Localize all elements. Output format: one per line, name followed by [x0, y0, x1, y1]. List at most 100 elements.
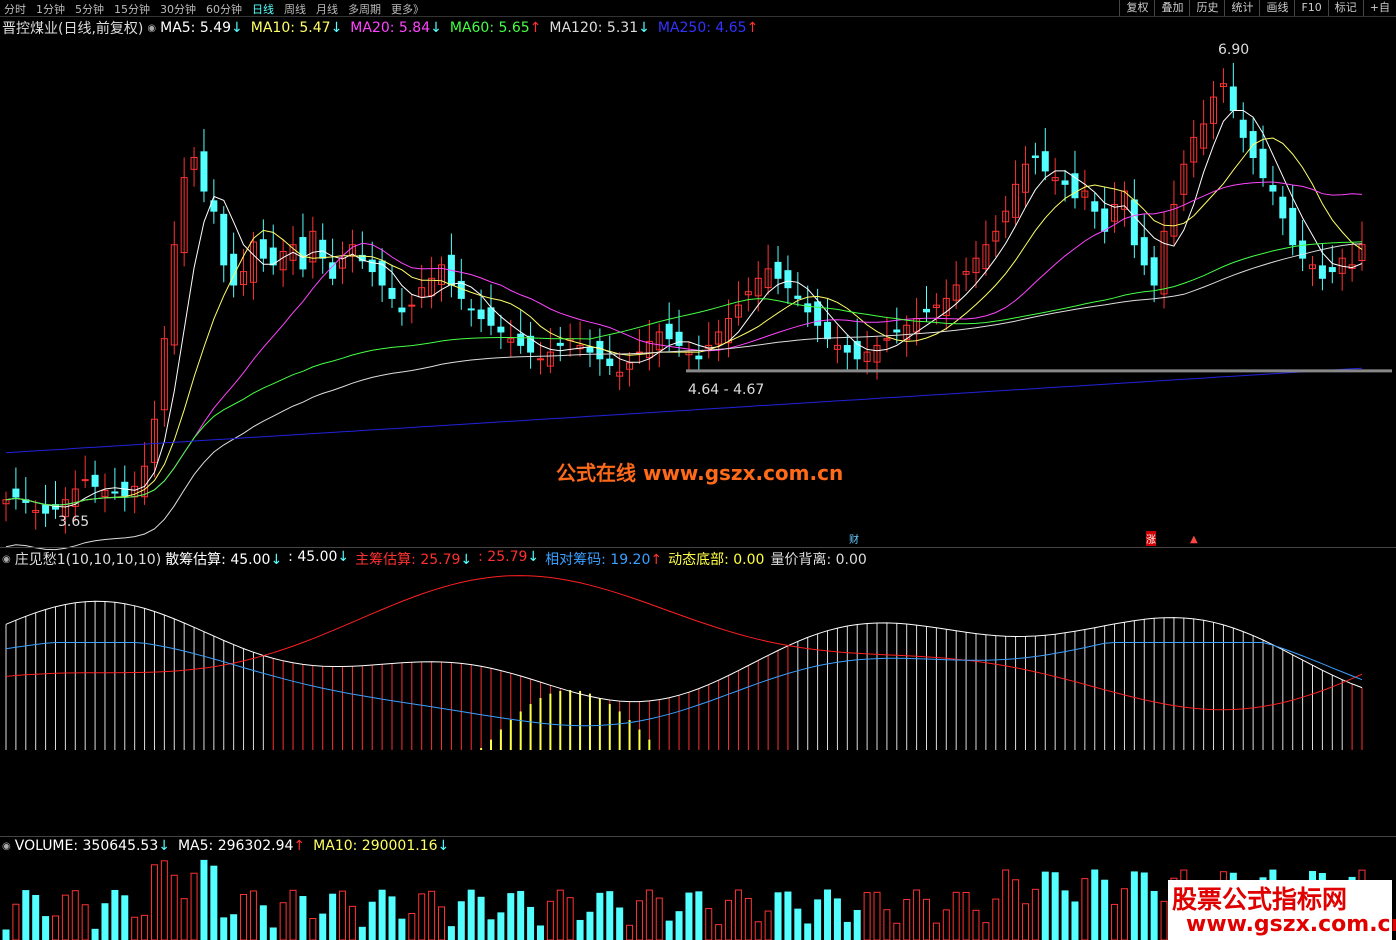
- candle-body: [477, 309, 485, 320]
- candle-body: [1229, 86, 1237, 112]
- trend-arrow-icon: ↑: [529, 20, 542, 36]
- trend-arrow-icon: ↓: [231, 20, 243, 36]
- candle-body: [1318, 265, 1326, 279]
- candle-body: [1091, 201, 1099, 212]
- candle-body: [517, 333, 525, 346]
- candle-body: [1289, 207, 1297, 246]
- volume-bar: [517, 890, 525, 940]
- volume-bar: [190, 872, 198, 940]
- candle-body: [784, 270, 792, 289]
- volume-bar: [982, 922, 990, 940]
- settings-dot-icon[interactable]: ◉: [2, 841, 11, 852]
- candle-body: [1299, 240, 1307, 259]
- candle-body: [1239, 119, 1247, 138]
- volume-bar: [764, 910, 772, 940]
- volume-bar: [428, 890, 436, 940]
- volume-bar: [586, 911, 594, 940]
- candle-body: [804, 303, 812, 313]
- volume-bar: [210, 865, 218, 940]
- indicator-value-2: 主筹估算: 25.79↓: [355, 552, 473, 568]
- ma-indicator-3: MA60: 5.65↑: [449, 20, 542, 36]
- volume-bar: [101, 903, 109, 940]
- volume-bar: [536, 925, 544, 940]
- volume-value-1: MA5: 296302.94↑: [177, 838, 306, 854]
- volume-bar: [814, 899, 822, 940]
- volume-bar: [606, 891, 614, 940]
- volume-bar: [497, 912, 505, 940]
- candle-body: [794, 295, 802, 299]
- ma10-line: [5, 137, 1363, 506]
- volume-bar: [734, 889, 742, 940]
- watermark: 公式在线 www.gszx.com.cn: [556, 461, 844, 485]
- indicator-value-3: : 25.79↓: [478, 549, 540, 565]
- volume-bar: [1101, 879, 1109, 940]
- volume-bar: [289, 889, 297, 940]
- trend-arrow-icon: ↓: [330, 20, 343, 36]
- volume-bar: [339, 890, 347, 940]
- indicator-value-0: 散筹估算: 45.00↓: [165, 552, 283, 568]
- volume-bar: [269, 927, 277, 940]
- volume-bar: [457, 901, 465, 940]
- candle-body: [586, 347, 594, 353]
- volume-bar: [150, 864, 158, 940]
- volume-bar: [91, 928, 99, 940]
- volume-bar: [2, 929, 10, 940]
- candle-body: [536, 358, 544, 361]
- volume-bar: [81, 904, 89, 940]
- volume-bar: [903, 898, 911, 940]
- ma-indicator-1: MA10: 5.47↓: [250, 20, 343, 36]
- trend-arrow-icon: ↓: [270, 552, 283, 568]
- volume-bar: [438, 906, 446, 940]
- volume-bar: [230, 914, 238, 940]
- volume-bar: [873, 891, 881, 940]
- volume-bar: [774, 892, 782, 940]
- volume-legend: ◉ VOLUME: 350645.53↓ MA5: 296302.94↑ MA10:…: [2, 838, 449, 854]
- ma-indicator-4: MA120: 5.31↓: [549, 20, 650, 36]
- candle-body: [1259, 148, 1267, 179]
- ma-indicator-0: MA5: 5.49↓: [160, 20, 243, 36]
- candle-body: [329, 262, 337, 279]
- candle-body: [665, 323, 673, 340]
- trend-arrow-icon: ↑: [650, 552, 663, 568]
- candle-body: [1061, 180, 1069, 185]
- candle-body: [388, 287, 396, 299]
- volume-bar: [279, 902, 287, 940]
- volume-bar: [299, 896, 307, 940]
- volume-bar: [744, 897, 752, 940]
- volume-bar: [12, 903, 20, 940]
- candle-body: [408, 304, 416, 307]
- volume-bar: [329, 893, 337, 940]
- volume-bar: [1111, 903, 1119, 940]
- indicator-name: 庄见愁1(10,10,10,10): [14, 552, 162, 568]
- volume-bar: [1071, 901, 1079, 940]
- volume-bar: [685, 892, 693, 940]
- settings-dot-icon[interactable]: ◉: [2, 554, 11, 565]
- volume-bar: [754, 921, 762, 940]
- candle-body: [824, 321, 832, 340]
- candle-body: [675, 331, 683, 346]
- volume-bar: [61, 894, 69, 940]
- volume-bar: [853, 909, 861, 940]
- trend-arrow-icon: ↓: [337, 549, 350, 565]
- trend-arrow-icon: ↓: [158, 838, 170, 854]
- candle-body: [1101, 208, 1109, 232]
- finance-mark[interactable]: 财: [849, 531, 859, 546]
- volume-bar: [695, 891, 703, 940]
- candle-body: [467, 308, 475, 311]
- volume-bar: [655, 897, 663, 940]
- volume-bar: [507, 893, 515, 940]
- trend-arrow-icon: ↓: [527, 549, 540, 565]
- volume-bar: [309, 918, 317, 940]
- settings-dot-icon[interactable]: ◉: [147, 23, 156, 34]
- volume-bar: [220, 917, 228, 940]
- volume-bar: [319, 913, 327, 940]
- volume-bar: [111, 889, 119, 940]
- volume-bar: [180, 898, 188, 940]
- candle-body: [259, 239, 267, 259]
- limit-up-mark[interactable]: 涨: [1146, 531, 1156, 546]
- high-price-label: 6.90: [1218, 42, 1250, 58]
- volume-bar: [22, 890, 30, 940]
- volume-bar: [932, 922, 940, 940]
- volume-bar: [576, 919, 584, 940]
- volume-bar: [715, 924, 723, 940]
